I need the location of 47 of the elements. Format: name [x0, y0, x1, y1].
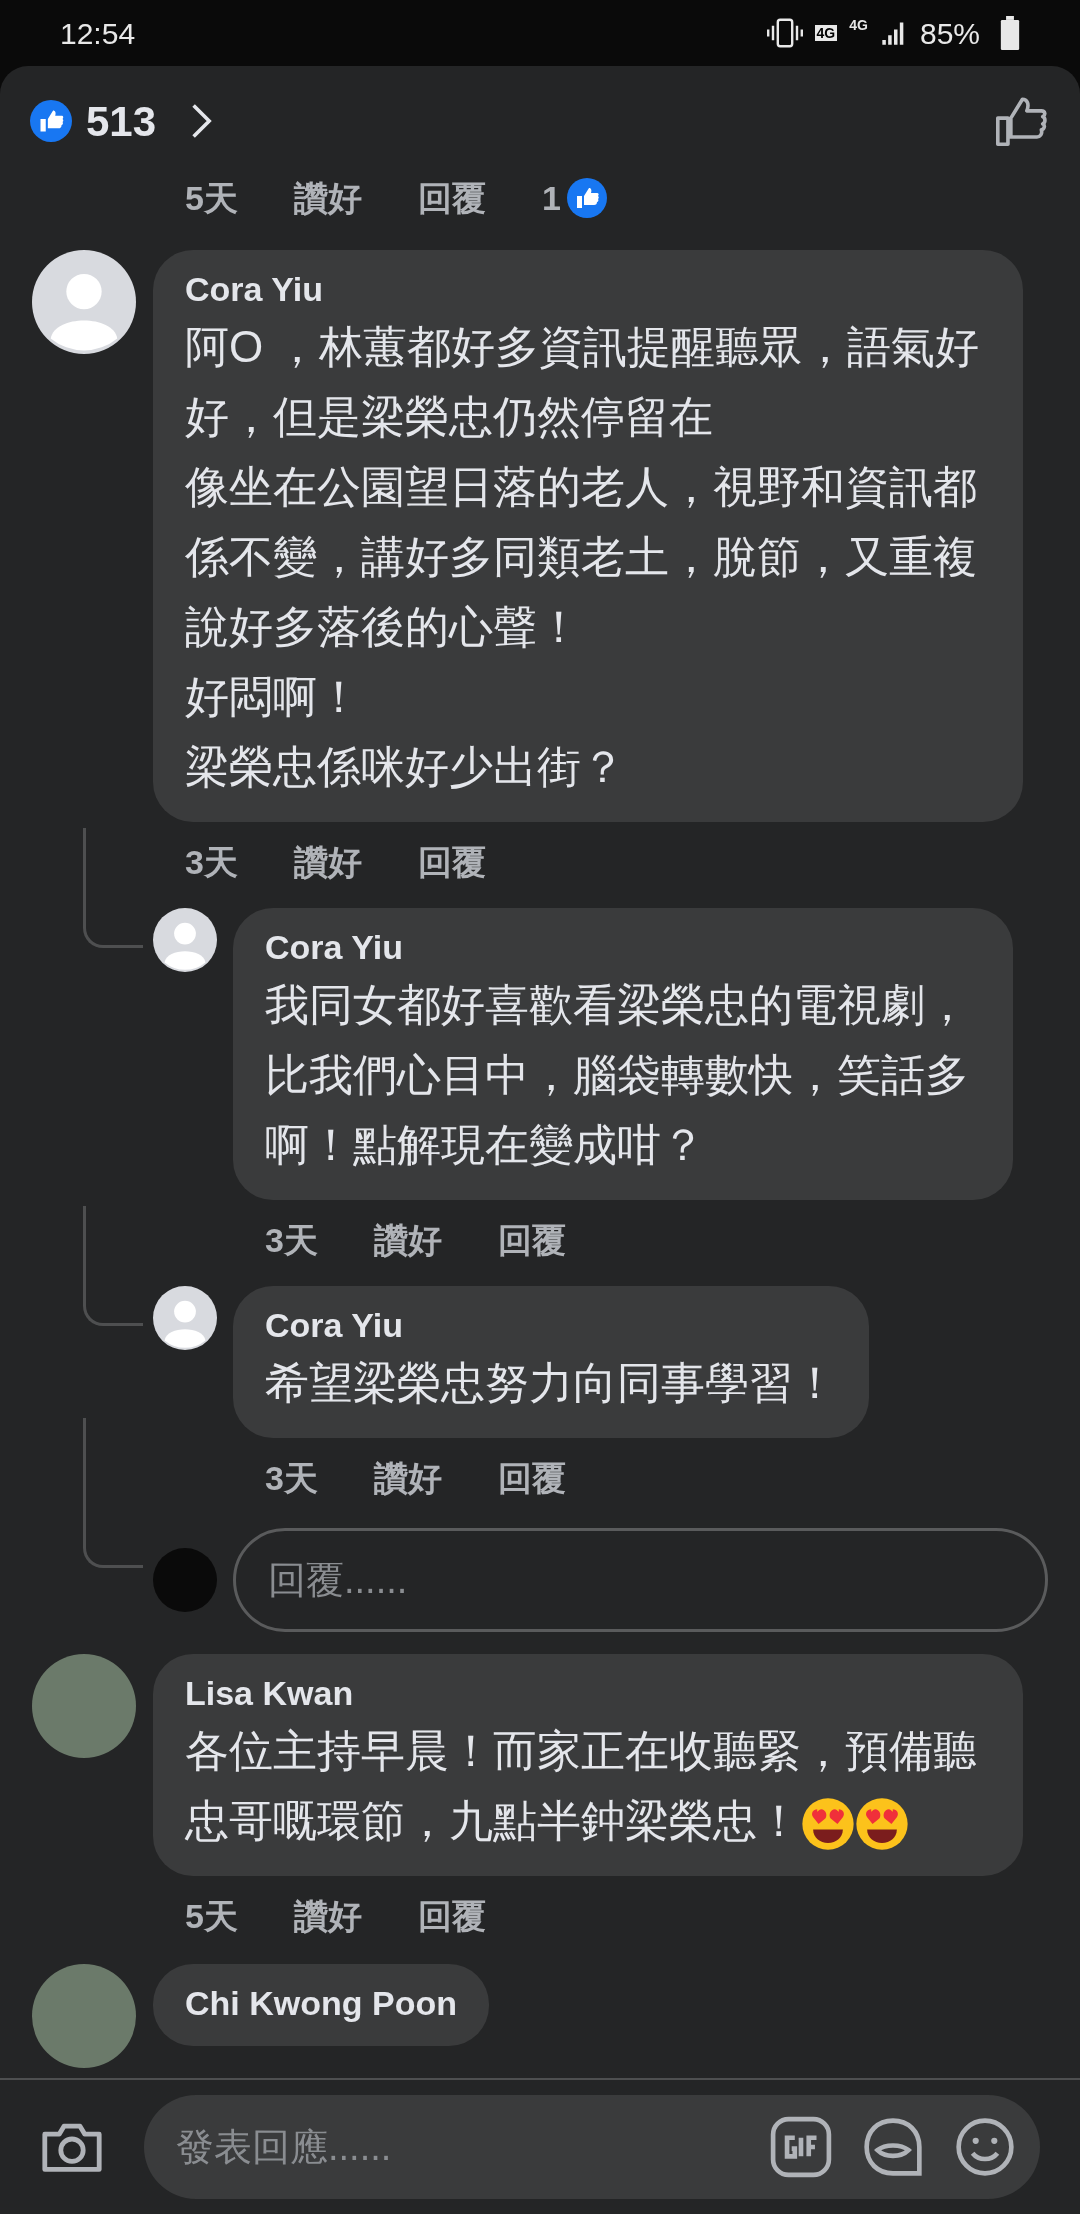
heart-eyes-emoji-icon	[855, 1797, 909, 1852]
comment-text: 像坐在公園望日落的老人，視野和資訊都係不變，講好多同類老土，脫節，又重複說好多落後的心聲！	[185, 461, 978, 653]
comment-author[interactable]: Chi Kwong Poon	[185, 1980, 457, 2026]
comment-time: 5天	[185, 177, 238, 219]
like-reaction-icon	[566, 178, 607, 218]
emoji-icon[interactable]	[954, 2116, 1016, 2178]
comment-text: 好悶啊！	[185, 671, 362, 723]
comment-time: 3天	[265, 1219, 318, 1261]
comment-text: 阿O ，林蕙都好多資訊提醒聽眾，語氣好好，但是梁榮忠仍然停留在	[185, 321, 981, 443]
network-type: 4G	[814, 25, 838, 41]
comment-time: 3天	[265, 1457, 318, 1499]
reply-field[interactable]: 回覆......	[233, 1528, 1048, 1632]
reaction-count: 1	[541, 177, 561, 219]
like-reaction-icon	[30, 100, 72, 142]
comment-author[interactable]: Cora Yiu	[265, 1302, 837, 1348]
reply-link[interactable]: 回覆	[497, 1214, 566, 1266]
like-link[interactable]: 讚好	[293, 1890, 362, 1942]
comment-field[interactable]: 發表回應......	[144, 2095, 1040, 2199]
sticker-icon[interactable]	[862, 2116, 924, 2178]
comment-author[interactable]: Cora Yiu	[265, 924, 981, 970]
comment-time: 5天	[185, 1895, 238, 1937]
avatar-silhouette-icon[interactable]	[153, 908, 217, 972]
vibrate-icon	[766, 18, 803, 48]
comment-text: 希望梁榮忠努力向同事學習！	[265, 1357, 837, 1409]
comment-author[interactable]: Lisa Kwan	[185, 1670, 991, 1716]
reply-link[interactable]: 回覆	[417, 1890, 486, 1942]
comment-text: 梁榮忠係咪好少出街？	[185, 741, 626, 793]
battery-icon	[1000, 16, 1020, 50]
clock: 12:54	[60, 15, 136, 52]
like-link[interactable]: 讚好	[293, 836, 362, 888]
avatar-silhouette-icon[interactable]	[153, 1286, 217, 1350]
reply-link[interactable]: 回覆	[497, 1452, 566, 1504]
comment-text: 各位主持早晨！而家正在收聽緊，預備聽忠哥嘅環節，九點半鈡梁榮忠！	[185, 1716, 991, 1856]
gif-icon[interactable]	[770, 2116, 832, 2178]
comment-time: 3天	[185, 841, 238, 883]
reaction-count[interactable]: 513	[86, 89, 157, 153]
reply-link[interactable]: 回覆	[417, 172, 486, 224]
battery-percent: 85%	[919, 15, 980, 52]
like-link[interactable]: 讚好	[373, 1214, 442, 1266]
network-type: 4G	[849, 16, 868, 33]
heart-eyes-emoji-icon	[801, 1797, 855, 1852]
comment-text: 我同女都好喜歡看梁榮忠的電視劇，比我們心目中，腦袋轉數快，笑話多啊！點解現在變成咁？	[265, 979, 970, 1171]
like-link[interactable]: 讚好	[373, 1452, 442, 1504]
reply-link[interactable]: 回覆	[417, 836, 486, 888]
avatar-silhouette-icon[interactable]	[32, 250, 136, 354]
like-link[interactable]: 讚好	[293, 172, 362, 224]
comment-author[interactable]: Cora Yiu	[185, 266, 991, 312]
